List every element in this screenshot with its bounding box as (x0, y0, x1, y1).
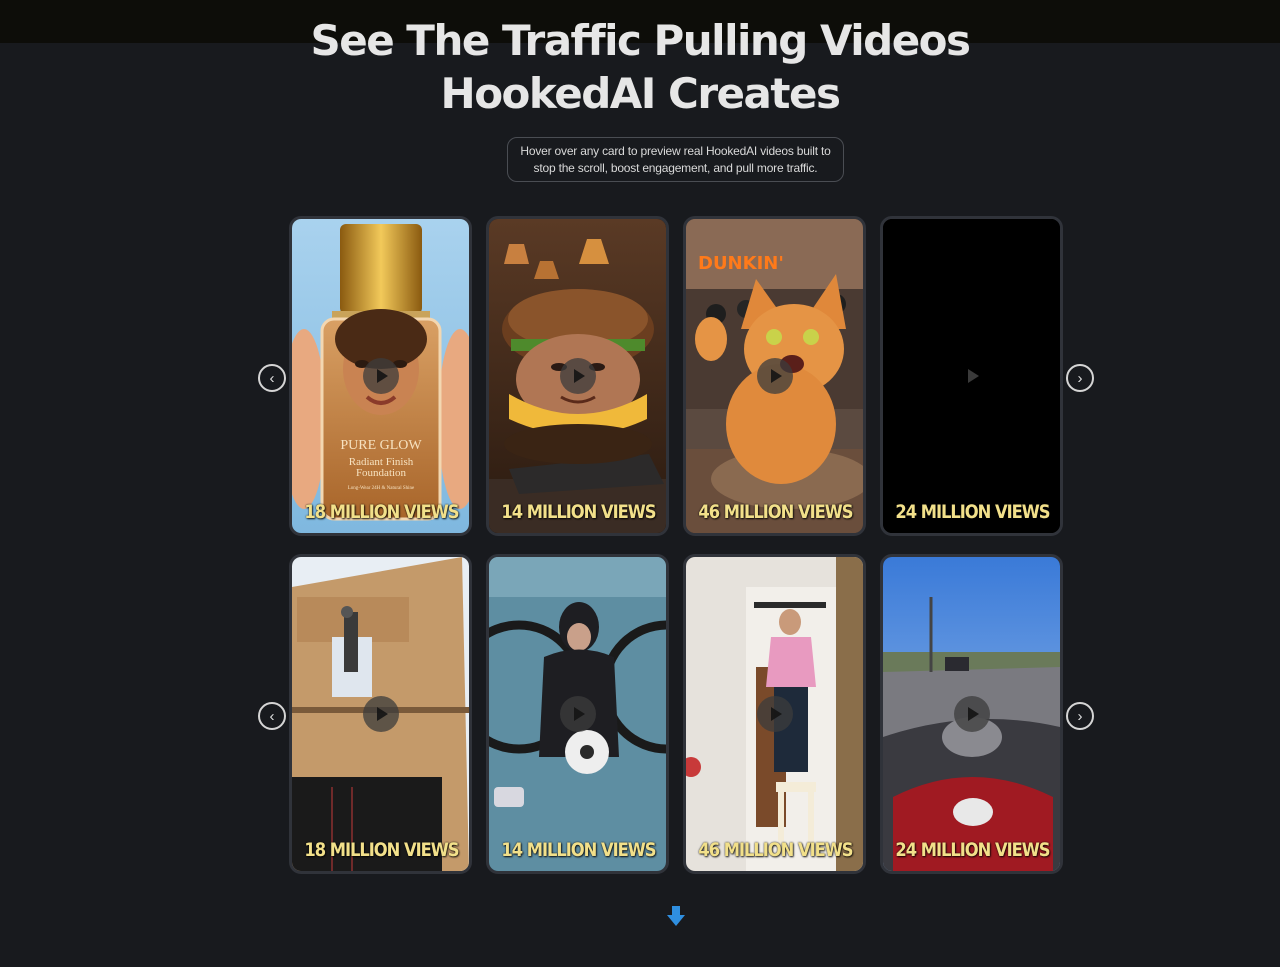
views-count: 24 MILLION VIEWS (895, 839, 1050, 861)
subtitle-line-1: Hover over any card to preview real Hook… (520, 144, 831, 158)
play-icon[interactable] (559, 358, 596, 394)
subtitle-line-2: stop the scroll, boost engagement, and p… (533, 161, 818, 175)
views-count: 46 MILLION VIEWS (698, 501, 853, 523)
row2-prev-button[interactable]: ‹ (258, 702, 286, 730)
title-line-2: HookedAI Creates (440, 69, 841, 118)
views-count: 46 MILLION VIEWS (698, 839, 853, 861)
product-label-1: PURE GLOW (340, 438, 422, 453)
video-card-burger[interactable]: 14 MILLION VIEWS (486, 216, 669, 536)
product-label-4: Long-Wear 24H & Natural Shine (348, 486, 415, 491)
views-count: 14 MILLION VIEWS (501, 839, 656, 861)
chevron-left-icon: ‹ (269, 707, 275, 725)
chevron-right-icon: › (1077, 369, 1083, 387)
chevron-left-icon: ‹ (269, 369, 275, 387)
video-card-pullup[interactable]: 46 MILLION VIEWS (683, 554, 866, 874)
video-card-construction[interactable]: 18 MILLION VIEWS (289, 554, 472, 874)
video-card-skater[interactable]: 14 MILLION VIEWS (486, 554, 669, 874)
views-count: 24 MILLION VIEWS (895, 501, 1050, 523)
chevron-right-icon: › (1077, 707, 1083, 725)
row2-next-button[interactable]: › (1066, 702, 1094, 730)
play-icon[interactable] (362, 358, 399, 394)
store-sign: DUNKIN' (698, 253, 784, 274)
subtitle-box: Hover over any card to preview real Hook… (507, 137, 844, 182)
play-icon[interactable] (756, 696, 793, 732)
row1-prev-button[interactable]: ‹ (258, 364, 286, 392)
arrow-down-icon[interactable] (666, 905, 686, 927)
views-count: 14 MILLION VIEWS (501, 501, 656, 523)
page-title: See The Traffic Pulling Videos HookedAI … (0, 14, 1280, 120)
play-icon[interactable] (953, 696, 990, 732)
video-card-motorcycle[interactable]: 24 MILLION VIEWS (880, 554, 1063, 874)
play-icon[interactable] (954, 358, 990, 394)
video-card-loading[interactable]: 24 MILLION VIEWS (880, 216, 1063, 536)
play-icon[interactable] (559, 696, 596, 732)
play-icon[interactable] (362, 696, 399, 732)
video-card-cat[interactable]: DUNKIN' 46 MILLION VIEWS (683, 216, 866, 536)
row1-next-button[interactable]: › (1066, 364, 1094, 392)
play-icon[interactable] (756, 358, 793, 394)
product-label-3: Foundation (356, 467, 407, 479)
views-count: 18 MILLION VIEWS (304, 839, 459, 861)
title-line-1: See The Traffic Pulling Videos (310, 16, 971, 65)
video-card-foundation[interactable]: PURE GLOW Radiant Finish Foundation Long… (289, 216, 472, 536)
views-count: 18 MILLION VIEWS (304, 501, 459, 523)
